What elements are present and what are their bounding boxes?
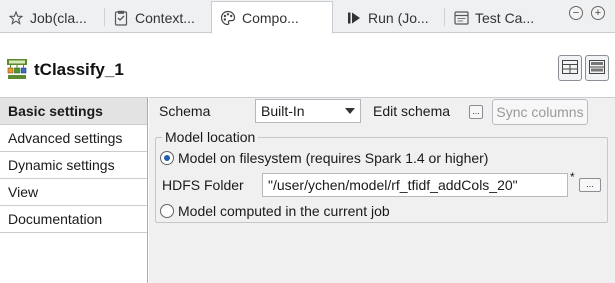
model-location-legend: Model location xyxy=(162,129,259,145)
model-location-group: Model location Model on filesystem (requ… xyxy=(155,129,608,223)
sync-columns-button[interactable]: Sync columns xyxy=(492,99,588,125)
nav-item-documentation[interactable]: Documentation xyxy=(0,206,147,233)
radio-model-on-filesystem[interactable] xyxy=(160,151,174,165)
tab-job-label: Job(cla... xyxy=(30,9,87,26)
nav-item-dynamic-settings[interactable]: Dynamic settings xyxy=(0,152,147,179)
tab-component[interactable]: Compo... xyxy=(211,1,333,34)
edit-schema-label: Edit schema xyxy=(373,103,451,119)
component-title-bar: tClassify_1 xyxy=(0,55,615,87)
schema-select-value: Built-In xyxy=(261,103,305,119)
job-icon xyxy=(8,10,24,26)
hdfs-browse-button[interactable]: ... xyxy=(579,178,601,192)
dropdown-arrow-icon xyxy=(340,100,360,122)
tab-run[interactable]: Run (Jo... xyxy=(338,2,444,33)
radio-model-on-filesystem-label[interactable]: Model on filesystem (requires Spark 1.4 … xyxy=(178,150,488,166)
required-marker: * xyxy=(570,170,575,184)
list-layout-icon xyxy=(589,59,605,77)
test-case-icon xyxy=(453,10,469,26)
nav-item-view[interactable]: View xyxy=(0,179,147,206)
tab-context-label: Context... xyxy=(135,9,195,26)
maximize-button[interactable]: + xyxy=(591,6,605,20)
maximize-icon: + xyxy=(594,7,602,19)
tab-test-case[interactable]: Test Ca... xyxy=(445,2,555,33)
ellipsis-icon: ... xyxy=(472,106,480,116)
tab-context[interactable]: Context... xyxy=(105,2,211,33)
hdfs-folder-label: HDFS Folder xyxy=(162,177,244,193)
tab-run-label: Run (Jo... xyxy=(368,9,429,26)
tab-component-label: Compo... xyxy=(242,9,299,26)
component-title: tClassify_1 xyxy=(34,60,124,79)
tab-job[interactable]: Job(cla... xyxy=(0,2,104,33)
context-icon xyxy=(113,10,129,26)
minimize-button[interactable]: − xyxy=(569,6,583,20)
list-layout-button[interactable] xyxy=(585,55,609,81)
hdfs-folder-input[interactable]: "/user/ychen/model/rf_tfidf_addCols_20" xyxy=(262,173,568,197)
edit-schema-button[interactable]: ... xyxy=(469,105,483,119)
nav-item-advanced-settings[interactable]: Advanced settings xyxy=(0,125,147,152)
tab-test-case-label: Test Ca... xyxy=(475,9,535,26)
radio-selected-dot xyxy=(164,155,170,161)
schema-row: Schema Built-In Edit schema ... Sync col… xyxy=(149,98,615,126)
settings-nav: Basic settings Advanced settings Dynamic… xyxy=(0,97,148,283)
editor-tab-bar: Job(cla... Context... Compo... Run (Jo..… xyxy=(0,0,615,34)
basic-settings-panel: Schema Built-In Edit schema ... Sync col… xyxy=(149,97,615,283)
schema-select[interactable]: Built-In xyxy=(255,99,361,123)
nav-item-basic-settings[interactable]: Basic settings xyxy=(0,98,147,125)
radio-model-current-job[interactable] xyxy=(160,204,174,218)
classify-component-icon xyxy=(6,58,28,80)
schema-label: Schema xyxy=(159,103,211,119)
run-icon xyxy=(346,10,362,26)
minimize-icon: − xyxy=(572,7,580,19)
ellipsis-icon: ... xyxy=(586,179,594,189)
table-layout-icon xyxy=(562,59,578,77)
table-layout-button[interactable] xyxy=(558,55,582,81)
palette-icon xyxy=(220,10,236,26)
radio-model-current-job-label[interactable]: Model computed in the current job xyxy=(178,203,390,219)
